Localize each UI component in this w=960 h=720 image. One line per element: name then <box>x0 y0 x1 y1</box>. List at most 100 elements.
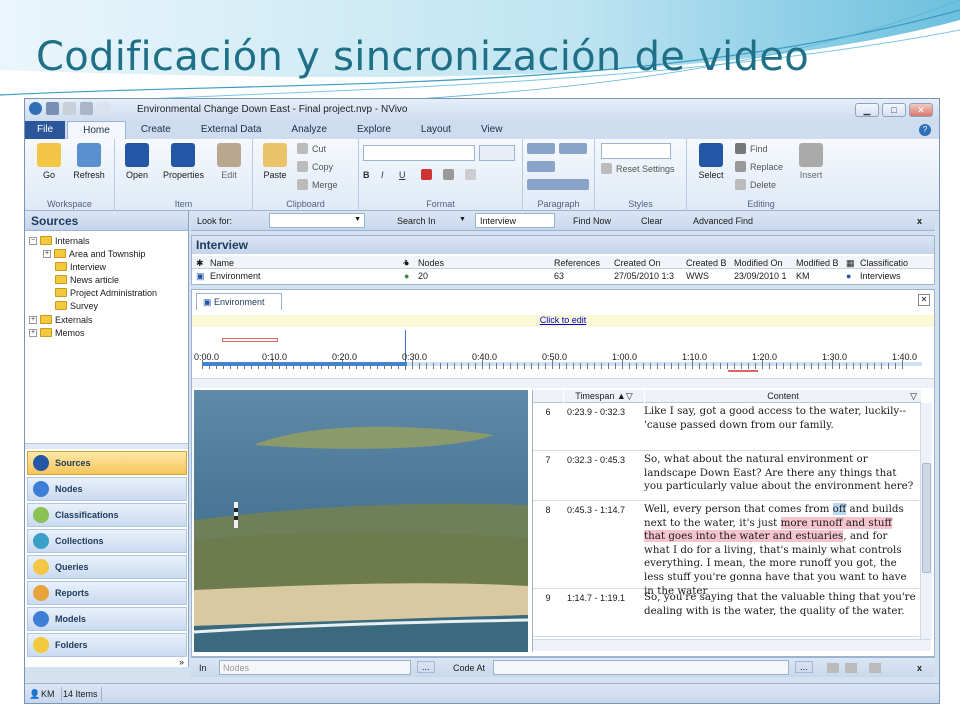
tab-explore[interactable]: Explore <box>342 121 406 139</box>
clear-button[interactable]: Clear <box>641 216 663 226</box>
chevron-down-icon[interactable] <box>97 102 110 115</box>
copy-button[interactable]: Copy <box>297 161 333 172</box>
browse-button[interactable]: ... <box>795 661 813 673</box>
expand-icon[interactable]: + <box>43 249 51 258</box>
undo-icon[interactable] <box>80 102 93 115</box>
transcript-hscrollbar[interactable] <box>533 639 931 651</box>
tab-layout[interactable]: Layout <box>406 121 466 139</box>
nav-classifications[interactable]: Classifications <box>27 503 187 527</box>
tree-item-survey[interactable]: Survey <box>55 299 98 312</box>
maximize-button[interactable]: □ <box>882 103 906 117</box>
nav-sources[interactable]: Sources <box>27 451 187 475</box>
collapse-icon[interactable]: − <box>29 236 37 245</box>
merge-button[interactable]: Merge <box>297 179 338 190</box>
close-window-button[interactable]: ✕ <box>909 103 933 117</box>
font-color-button[interactable] <box>421 169 432 180</box>
col-classification[interactable]: Classificatio <box>860 258 908 268</box>
go-button[interactable]: Go <box>29 143 69 180</box>
tab-environment[interactable]: ▣ Environment <box>196 293 282 310</box>
in-select[interactable]: Nodes <box>219 660 411 675</box>
configure-buttons-icon[interactable]: » <box>179 657 184 667</box>
col-references[interactable]: References <box>554 258 600 268</box>
expand-icon[interactable]: + <box>29 328 37 337</box>
video-player-frame[interactable] <box>194 390 528 652</box>
cut-button[interactable]: Cut <box>297 143 326 154</box>
coded-text[interactable]: off <box>832 503 847 515</box>
nav-folders[interactable]: Folders <box>27 633 187 657</box>
media-timeline[interactable]: 0:00.0 0:10.0 0:20.0 0:30.0 0:40.0 0:50.… <box>192 328 934 378</box>
pane-splitter[interactable] <box>25 443 188 449</box>
new-node-icon[interactable] <box>869 663 881 673</box>
browse-button[interactable]: ... <box>417 661 435 673</box>
tab-create[interactable]: Create <box>126 121 186 139</box>
scroll-thumb[interactable] <box>922 463 931 573</box>
underline-button[interactable]: U <box>399 170 406 180</box>
insert-button[interactable]: Insert <box>791 143 831 180</box>
properties-button[interactable]: Properties <box>163 143 204 180</box>
look-for-input[interactable]: ▼ <box>269 213 365 228</box>
style-select[interactable] <box>601 143 671 159</box>
tree-item-interview[interactable]: Interview <box>55 260 106 273</box>
tab-file[interactable]: File <box>25 121 66 139</box>
tree-item-memos[interactable]: + Memos <box>29 326 85 339</box>
help-icon[interactable]: ? <box>919 124 931 136</box>
select-button[interactable]: Select <box>691 143 731 180</box>
nav-queries[interactable]: Queries <box>27 555 187 579</box>
click-to-edit-link[interactable]: Click to edit <box>192 315 934 327</box>
advanced-find-button[interactable]: Advanced Find <box>693 216 753 226</box>
save-icon[interactable] <box>46 102 59 115</box>
nav-models[interactable]: Models <box>27 607 187 631</box>
code-at-input[interactable] <box>493 660 789 675</box>
tree-item-news-article[interactable]: News article <box>55 273 119 286</box>
open-button[interactable]: Open <box>117 143 157 180</box>
app-icon[interactable] <box>29 102 42 115</box>
replace-button[interactable]: Replace <box>735 161 783 172</box>
find-button[interactable]: Find <box>735 143 768 154</box>
tab-home[interactable]: Home <box>67 121 126 139</box>
find-now-button[interactable]: Find Now <box>573 216 611 226</box>
reset-settings-button[interactable]: Reset Settings <box>601 163 675 174</box>
italic-button[interactable]: I <box>381 170 384 180</box>
expand-icon[interactable]: + <box>29 315 37 324</box>
tree-item-externals[interactable]: + Externals <box>29 313 93 326</box>
delete-button[interactable]: Delete <box>735 179 776 190</box>
bold-button[interactable]: B <box>363 170 370 180</box>
tree-item-project-administration[interactable]: Project Administration <box>55 286 157 299</box>
search-in-field[interactable]: Interview <box>475 213 555 228</box>
col-name[interactable]: Name <box>210 258 234 268</box>
nav-reports[interactable]: Reports <box>27 581 187 605</box>
filter-icon[interactable]: ▽ <box>910 391 917 402</box>
tree-item-internals[interactable]: − Internals <box>29 234 90 247</box>
col-content[interactable]: Content ▽ <box>645 390 921 403</box>
tree-item-area-township[interactable]: + Area and Township <box>43 247 145 260</box>
close-detail-button[interactable]: ✕ <box>918 294 930 306</box>
refresh-button[interactable]: Refresh <box>69 143 109 180</box>
col-nodes[interactable]: Nodes <box>418 258 444 268</box>
bullets-button[interactable] <box>527 143 555 154</box>
transcript-row[interactable]: 8 0:45.3 - 1:14.7 Well, every person tha… <box>533 501 919 597</box>
col-created-on[interactable]: Created On <box>614 258 661 268</box>
tab-analyze[interactable]: Analyze <box>276 121 342 139</box>
table-row[interactable]: ▣ Environment ● 20 63 27/05/2010 1:3 WWS… <box>192 269 934 282</box>
tab-external-data[interactable]: External Data <box>186 121 277 139</box>
col-modified-on[interactable]: Modified On <box>734 258 783 268</box>
highlight-button[interactable] <box>443 169 454 180</box>
paste-button[interactable]: Paste <box>255 143 295 180</box>
edit-button[interactable]: Edit <box>209 143 249 180</box>
font-name-select[interactable] <box>363 145 475 161</box>
nav-nodes[interactable]: Nodes <box>27 477 187 501</box>
transcript-row[interactable]: 9 1:14.7 - 1:19.1 So, you're saying that… <box>533 589 919 637</box>
uncode-icon[interactable] <box>845 663 857 673</box>
code-icon[interactable] <box>827 663 839 673</box>
nav-collections[interactable]: Collections <box>27 529 187 553</box>
edit-icon[interactable] <box>63 102 76 115</box>
close-coding-bar-button[interactable]: x <box>917 663 922 673</box>
transcript-scrollbar[interactable] <box>920 403 932 639</box>
minimize-button[interactable]: ▁ <box>855 103 879 117</box>
clear-format-button[interactable] <box>465 169 476 180</box>
align-buttons[interactable] <box>527 179 589 190</box>
filter-icon[interactable]: ▲▽ <box>617 391 633 401</box>
col-created-by[interactable]: Created B <box>686 258 727 268</box>
transcript-row[interactable]: 7 0:32.3 - 0:45.3 So, what about the nat… <box>533 451 919 501</box>
close-find-button[interactable]: x <box>917 216 922 226</box>
